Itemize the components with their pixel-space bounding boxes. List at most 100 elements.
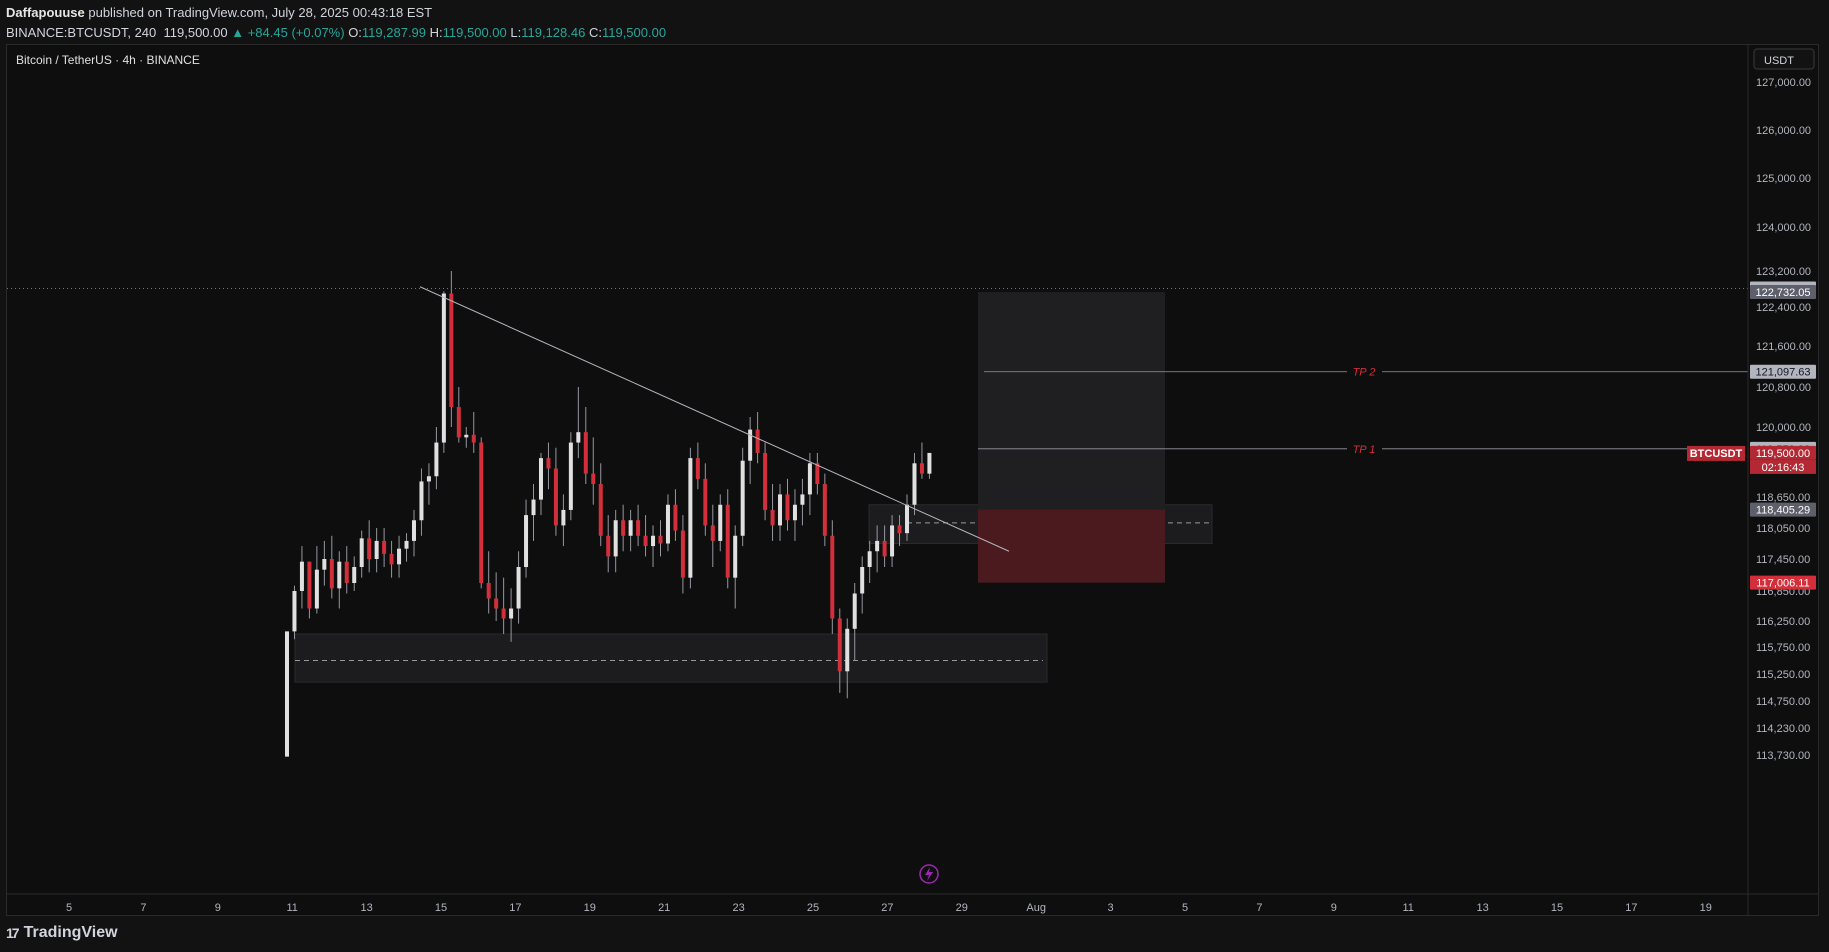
price-axis-label: 126,000.00 [1756,125,1811,137]
currency-button[interactable]: USDT [1753,48,1815,70]
open-label: O: [348,25,362,40]
candle [740,447,745,547]
price-axis-label: 118,050.00 [1756,523,1810,535]
candle-body [718,504,723,541]
candle-body [807,463,812,495]
candle [770,484,775,541]
time-axis-label: 25 [807,902,819,914]
price-axis-label: 121,600.00 [1756,341,1811,353]
candle-body [740,460,745,536]
candle [285,631,289,757]
candle [792,489,797,541]
candle-body [359,538,364,567]
candle-body [912,463,917,505]
high-value: 119,500.00 [442,25,507,40]
candle-body [680,530,685,578]
tp2-label: TP 2 [1353,367,1376,379]
price-tag-label: 122,732.05 [1755,287,1810,299]
price-axis-label: 114,750.00 [1756,696,1810,708]
candle [621,504,626,552]
price-axis-label: 117,450.00 [1756,554,1810,566]
candle [411,509,416,557]
candle [359,530,364,578]
candle-body [538,458,543,500]
candle [658,520,663,557]
candle [553,447,558,536]
candle-body [464,434,469,438]
alert-lightning-icon[interactable] [919,864,939,884]
time-axis-label: 11 [1402,902,1413,914]
candle-body [897,525,902,534]
price-axis-label: 118,650.00 [1756,492,1810,504]
candle-body [770,509,775,526]
time-axis-label: 27 [881,902,893,914]
currency-label: USDT [1764,55,1794,67]
candle-body [337,561,342,589]
high-label: H: [429,25,443,40]
candle-layer [285,271,932,757]
candle [710,504,715,567]
candle [845,618,850,699]
price-tag-label: 121,097.63 [1755,367,1810,379]
time-axis-label: 5 [66,902,72,914]
candle-body [800,494,805,505]
candle-body [830,535,835,619]
candle-body [613,520,618,557]
close-value: 119,500.00 [601,25,667,40]
candle-body [553,468,558,526]
candle [785,478,790,531]
candle-body [703,478,708,526]
price-axis-label: 113,730.00 [1756,750,1810,762]
candle [494,572,499,621]
tradingview-logo[interactable]: 17 TradingView [6,922,118,944]
candle [673,489,678,541]
candle [456,387,461,443]
candle-body [404,540,409,549]
price-tag: 121,097.63 [1750,364,1816,379]
candle-body [479,442,484,583]
candle-body [867,551,872,567]
candle [703,463,708,536]
time-axis-label: 13 [1476,902,1488,914]
candle-body [725,504,730,578]
candle-body [822,484,827,536]
candle [441,291,446,453]
candle [426,463,431,505]
chart-legend-title: Bitcoin / TetherUS · 4h · BINANCE [16,53,200,67]
candle-body [546,458,551,469]
tag-layer: 122,810.26122,732.05121,097.63119,579.22… [1687,281,1816,590]
candle [299,546,304,609]
candle [636,504,641,547]
candle-body [583,432,588,474]
price-tag-label: 119,500.00 [1756,448,1810,460]
price-change: ▲ +84.45 (+0.07%) [231,25,345,40]
open-value: 119,287.99 [361,25,427,40]
candle [583,407,588,485]
candle-body [919,463,924,474]
candle [748,417,753,485]
candle [449,271,454,427]
time-axis-label: 15 [435,902,447,914]
price-chart[interactable]: TP 2 TP 1 Bitcoin / TetherUS · 4h · BINAN… [7,45,1818,915]
candle-body [471,434,476,443]
candle [606,515,611,573]
candle-body [568,442,573,510]
candle-body [329,559,334,589]
candle [725,489,730,589]
price-axis-label: 120,800.00 [1756,382,1811,394]
candle-body [344,561,349,583]
candle-body [628,520,633,536]
candle [464,427,469,448]
candle [718,494,723,552]
candle [434,427,439,490]
candle-body [710,525,715,541]
candle [471,412,476,453]
chart-frame[interactable]: TP 2 TP 1 Bitcoin / TetherUS · 4h · BINAN… [6,44,1819,916]
candle-body [494,598,499,609]
candle-body [643,535,648,547]
time-axis-label: 5 [1182,902,1188,914]
price-axis-label: 115,250.00 [1756,669,1810,681]
price-axis-label: 114,230.00 [1756,723,1810,735]
candle [479,437,484,589]
candle [538,452,543,516]
